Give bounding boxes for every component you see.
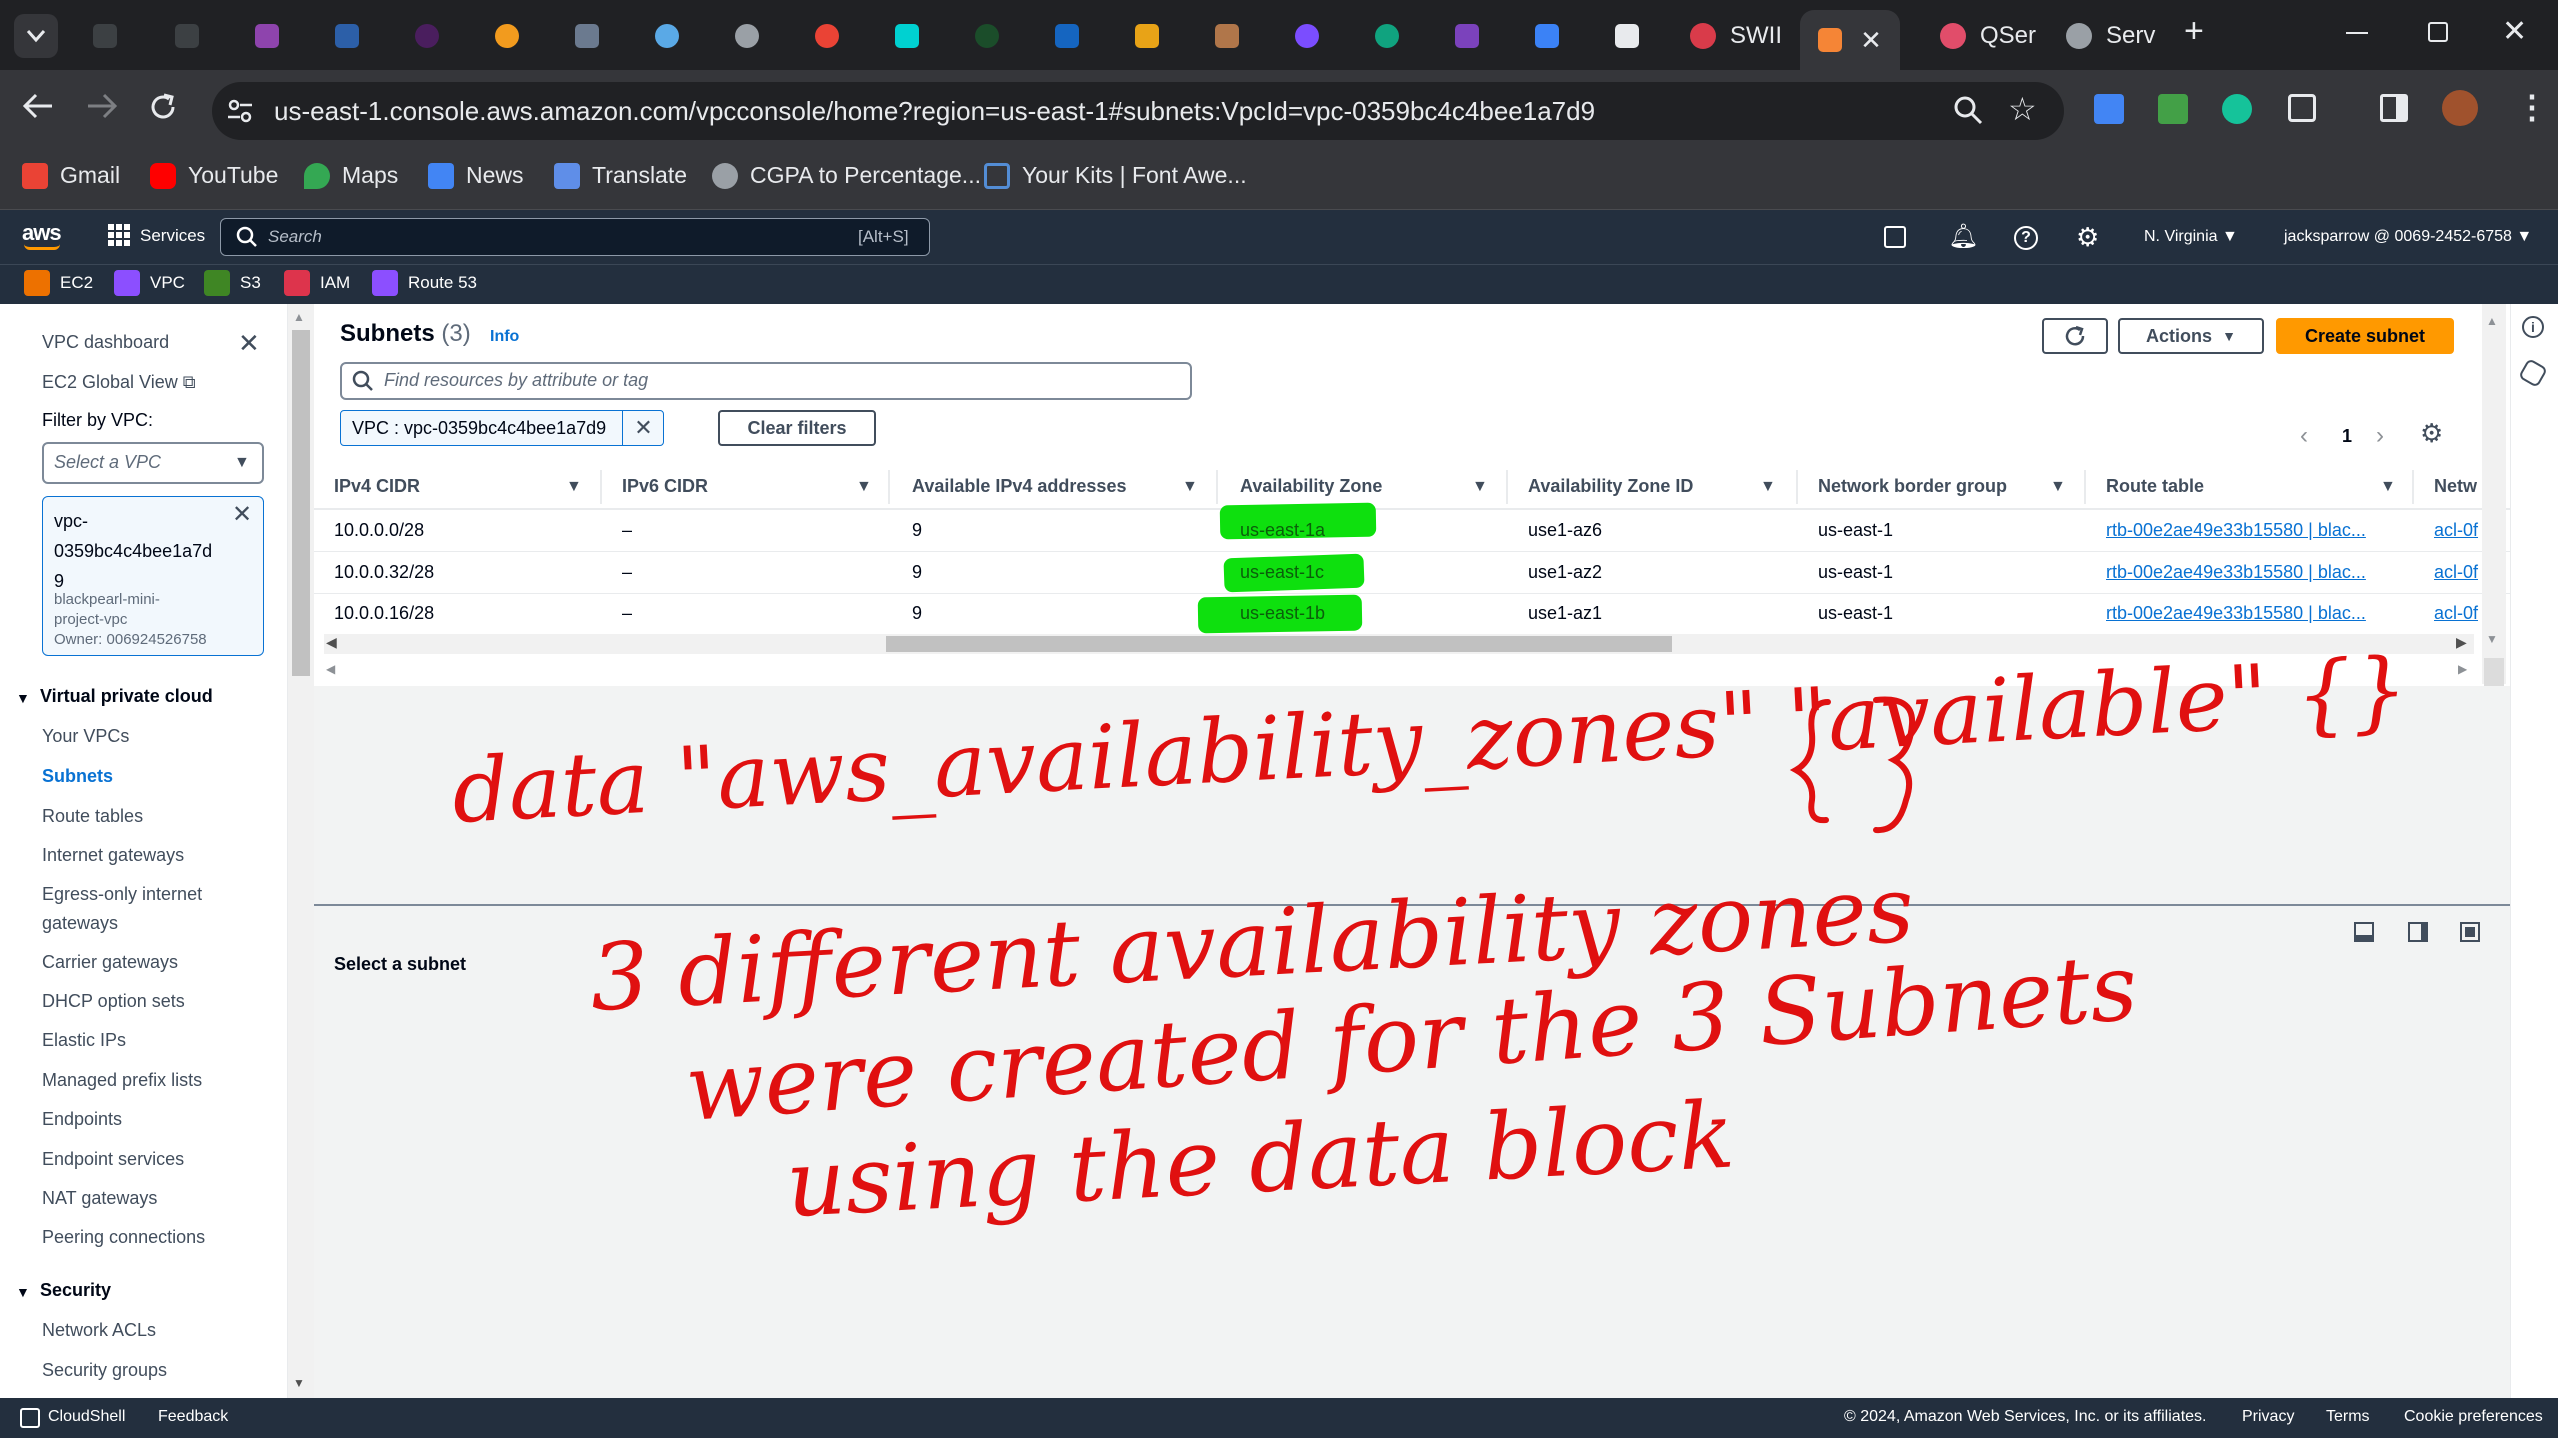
copyright-text: © 2024, Amazon Web Services, Inc. or its…: [1844, 1408, 2207, 1425]
cloudshell-link[interactable]: CloudShell: [48, 1408, 125, 1426]
cloudshell-icon: [20, 1408, 40, 1428]
annotation-line-1: data "aws_availability_zones" "available…: [450, 638, 2411, 843]
privacy-link[interactable]: Privacy: [2242, 1408, 2294, 1426]
handwritten-annotation: data "aws_availability_zones" "available…: [450, 638, 2411, 1238]
feedback-link[interactable]: Feedback: [158, 1408, 228, 1426]
terms-link[interactable]: Terms: [2326, 1408, 2370, 1426]
cookie-preferences-link[interactable]: Cookie preferences: [2404, 1408, 2543, 1426]
